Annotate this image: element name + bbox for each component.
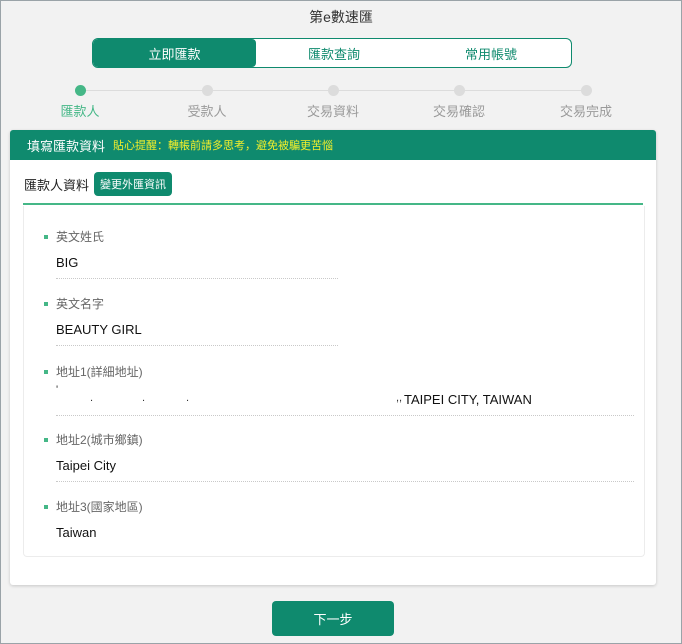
field-label: 地址2(城市鄉鎮) [56, 433, 143, 447]
field-value: Taiwan [56, 525, 97, 540]
remitter-info-card: 英文姓氏 BIG 英文名字 BEAUTY GIRL 地址1(詳細地址) ' . [23, 206, 645, 557]
field-address2: 地址2(城市鄉鎮) Taipei City [44, 431, 634, 482]
step-transaction-complete: 交易完成 [536, 85, 636, 120]
field-label-row: 英文姓氏 [44, 228, 338, 245]
section-title: 匯款人資料 [24, 177, 90, 193]
tab-remit-now[interactable]: 立即匯款 [93, 39, 256, 67]
main-tabs: 立即匯款 匯款查詢 常用帳號 [92, 38, 572, 68]
step-payee: 受款人 [157, 85, 257, 120]
step-dot [201, 85, 213, 96]
field-value: BEAUTY GIRL [56, 322, 142, 337]
field-value: Taipei City [56, 458, 116, 473]
step-dot [327, 85, 339, 96]
field-label-row: 地址1(詳細地址) [44, 363, 634, 380]
field-underline [56, 415, 634, 416]
progress-steps: 匯款人 受款人 交易資料 交易確認 交易完成 [1, 83, 682, 119]
bullet-icon [44, 504, 48, 509]
field-underline [56, 481, 634, 482]
field-address1: 地址1(詳細地址) ' . . . ,, TAIPEI CITY, TAIWAN [44, 363, 634, 416]
field-address3: 地址3(國家地區) Taiwan [44, 498, 634, 540]
panel-header: 填寫匯款資料 貼心提醒：轉帳前請多思考，避免被騙更苦惱 [10, 130, 656, 160]
remittance-form-panel: 填寫匯款資料 貼心提醒：轉帳前請多思考，避免被騙更苦惱 匯款人資料 變更外匯資訊… [10, 130, 656, 585]
change-forex-info-button[interactable]: 變更外匯資訊 [94, 172, 173, 196]
field-value-row: ' . . . ,, TAIPEI CITY, TAIWAN [56, 384, 634, 407]
step-dot [580, 85, 592, 96]
tab-remit-query[interactable]: 匯款查詢 [256, 39, 412, 67]
bullet-icon [44, 437, 48, 442]
panel-title: 填寫匯款資料 [27, 138, 106, 154]
field-label: 英文名字 [56, 297, 105, 311]
step-label: 受款人 [187, 104, 227, 119]
step-transaction-confirm: 交易確認 [409, 85, 509, 120]
step-label: 交易資料 [306, 104, 359, 119]
field-label-row: 地址3(國家地區) [44, 498, 634, 515]
field-value: TAIPEI CITY, TAIWAN [404, 392, 532, 407]
field-label: 地址1(詳細地址) [56, 365, 143, 379]
tab-common-accounts[interactable]: 常用帳號 [412, 39, 570, 67]
bullet-icon [44, 301, 48, 306]
field-underline [56, 345, 338, 346]
step-transaction-data: 交易資料 [283, 85, 383, 120]
field-underline [56, 278, 338, 279]
field-label: 英文姓氏 [56, 230, 105, 244]
bullet-icon [44, 369, 48, 374]
panel-tip: 貼心提醒：轉帳前請多思考，避免被騙更苦惱 [113, 140, 334, 152]
step-dot [74, 85, 86, 96]
step-label: 交易完成 [559, 104, 612, 119]
app-title: 第e數速匯 [309, 9, 373, 25]
field-last-name: 英文姓氏 BIG [44, 228, 338, 279]
bullet-icon [44, 234, 48, 239]
field-label-row: 地址2(城市鄉鎮) [44, 431, 634, 448]
step-dot [453, 85, 465, 96]
redacted-address: ' . . . ,, [56, 384, 403, 404]
step-label: 匯款人 [60, 104, 100, 119]
step-label: 交易確認 [432, 104, 485, 119]
step-remitter: 匯款人 [30, 85, 130, 120]
field-value: BIG [56, 255, 79, 270]
field-label: 地址3(國家地區) [56, 500, 143, 514]
field-first-name: 英文名字 BEAUTY GIRL [44, 295, 338, 346]
next-step-button[interactable]: 下一步 [272, 601, 394, 636]
field-label-row: 英文名字 [44, 295, 338, 312]
remitter-section-header: 匯款人資料 變更外匯資訊 [23, 172, 643, 205]
